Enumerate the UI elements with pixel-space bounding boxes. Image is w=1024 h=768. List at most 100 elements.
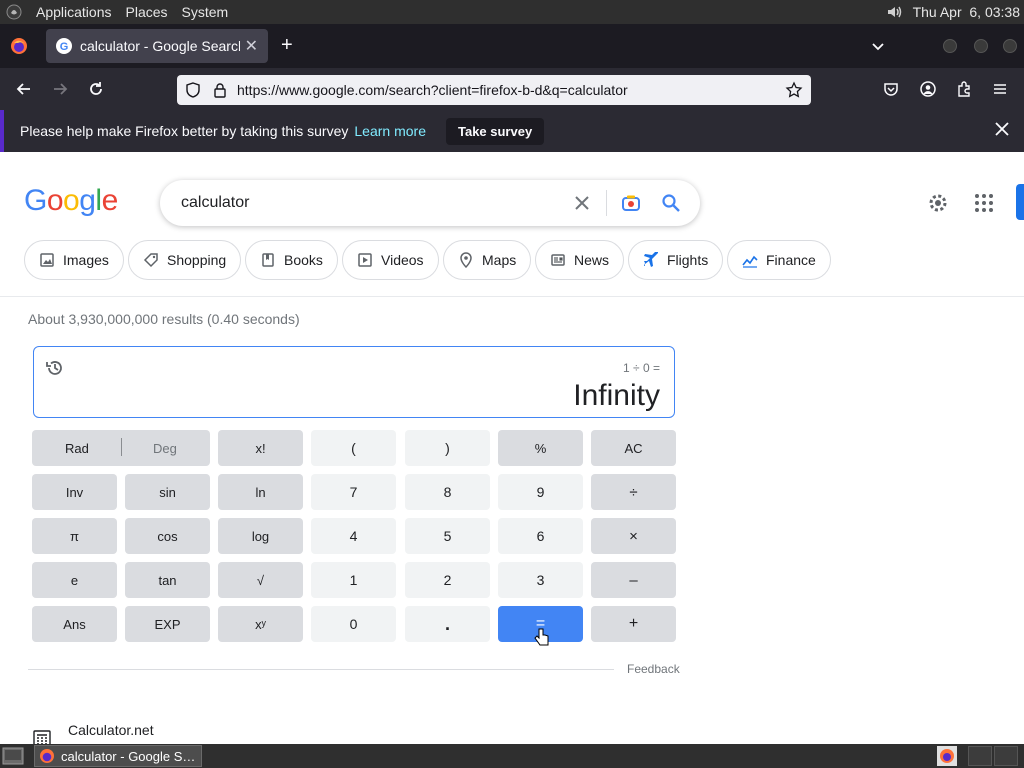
key-add[interactable]: + xyxy=(591,606,676,642)
key-deg[interactable]: Deg xyxy=(153,441,177,456)
search-box[interactable]: calculator xyxy=(160,180,700,226)
tab-google-search[interactable]: G calculator - Google Search ✕ xyxy=(46,29,268,63)
feedback-link[interactable]: Feedback xyxy=(627,662,680,676)
lock-icon[interactable] xyxy=(213,82,227,98)
taskbar-item-label: calculator - Google S… xyxy=(61,748,196,764)
key-power[interactable]: xʸ xyxy=(218,606,303,642)
url-text[interactable]: https://www.google.com/search?client=fir… xyxy=(237,82,628,98)
search-divider xyxy=(606,190,607,216)
rad-deg-toggle[interactable]: Rad Deg xyxy=(32,430,210,466)
key-ans[interactable]: Ans xyxy=(32,606,117,642)
reload-icon[interactable] xyxy=(87,80,105,98)
take-survey-button[interactable]: Take survey xyxy=(445,117,545,145)
lens-camera-icon[interactable] xyxy=(621,193,641,213)
key-log[interactable]: log xyxy=(218,518,303,554)
chip-maps[interactable]: Maps xyxy=(443,240,532,280)
chip-label: Images xyxy=(63,252,109,268)
show-desktop-icon[interactable] xyxy=(2,747,24,765)
key-inv[interactable]: Inv xyxy=(32,474,117,510)
key-ln[interactable]: ln xyxy=(218,474,303,510)
learn-more-link[interactable]: Learn more xyxy=(354,123,426,139)
maximize-window-icon[interactable] xyxy=(974,39,988,53)
chip-label: Books xyxy=(284,252,323,268)
chip-flights[interactable]: Flights xyxy=(628,240,724,280)
key-tan[interactable]: tan xyxy=(125,562,210,598)
key-close-paren[interactable]: ) xyxy=(405,430,490,466)
chip-shopping[interactable]: Shopping xyxy=(128,240,242,280)
chip-books[interactable]: Books xyxy=(245,240,338,280)
sign-in-button[interactable] xyxy=(1016,184,1024,220)
key-2[interactable]: 2 xyxy=(405,562,490,598)
key-4[interactable]: 4 xyxy=(311,518,396,554)
key-8[interactable]: 8 xyxy=(405,474,490,510)
key-subtract[interactable]: – xyxy=(591,562,676,598)
url-bar[interactable]: https://www.google.com/search?client=fir… xyxy=(177,75,811,105)
tracking-protection-shield-icon[interactable] xyxy=(185,82,201,98)
key-sqrt[interactable]: √ xyxy=(218,562,303,598)
chip-images[interactable]: Images xyxy=(24,240,124,280)
key-exp[interactable]: EXP xyxy=(125,606,210,642)
forward-icon[interactable] xyxy=(51,80,69,98)
key-cos[interactable]: cos xyxy=(125,518,210,554)
applications-menu[interactable]: Applications xyxy=(36,4,112,20)
book-icon xyxy=(260,252,276,268)
tab-close-icon[interactable]: ✕ xyxy=(245,36,258,56)
tray-firefox-icon[interactable] xyxy=(937,746,957,766)
search-input[interactable]: calculator xyxy=(181,194,249,212)
key-pi[interactable]: π xyxy=(32,518,117,554)
chip-videos[interactable]: Videos xyxy=(342,240,439,280)
chip-finance[interactable]: Finance xyxy=(727,240,831,280)
result-site-name[interactable]: Calculator.net xyxy=(68,722,154,738)
extensions-icon[interactable] xyxy=(956,81,972,97)
new-tab-icon[interactable]: + xyxy=(281,34,293,57)
chip-label: Videos xyxy=(381,252,424,268)
taskbar-item-firefox[interactable]: calculator - Google S… xyxy=(34,745,202,767)
key-3[interactable]: 3 xyxy=(498,562,583,598)
gnome-foot-icon[interactable] xyxy=(6,4,22,20)
volume-icon[interactable] xyxy=(885,3,903,21)
key-0[interactable]: 0 xyxy=(311,606,396,642)
list-all-tabs-icon[interactable] xyxy=(870,38,886,54)
key-6[interactable]: 6 xyxy=(498,518,583,554)
key-all-clear[interactable]: AC xyxy=(591,430,676,466)
key-5[interactable]: 5 xyxy=(405,518,490,554)
key-rad[interactable]: Rad xyxy=(65,441,89,456)
minimize-window-icon[interactable] xyxy=(943,39,957,53)
places-menu[interactable]: Places xyxy=(126,4,168,20)
key-9[interactable]: 9 xyxy=(498,474,583,510)
history-icon[interactable] xyxy=(45,358,65,378)
key-factorial[interactable]: x! xyxy=(218,430,303,466)
chip-news[interactable]: News xyxy=(535,240,625,280)
clock[interactable]: Thu Apr 6, 03:38 xyxy=(913,4,1020,20)
key-divide[interactable]: ÷ xyxy=(591,474,676,510)
google-logo[interactable]: Google xyxy=(24,184,118,218)
key-multiply[interactable]: × xyxy=(591,518,676,554)
google-apps-icon[interactable] xyxy=(974,193,994,213)
key-1[interactable]: 1 xyxy=(311,562,396,598)
app-menu-icon[interactable] xyxy=(992,81,1008,97)
clear-search-icon[interactable] xyxy=(573,194,591,212)
close-notification-icon[interactable] xyxy=(994,121,1010,137)
navigation-toolbar: https://www.google.com/search?client=fir… xyxy=(0,68,1024,110)
search-icon[interactable] xyxy=(661,193,681,213)
bookmark-star-icon[interactable] xyxy=(785,81,803,99)
workspace-switcher[interactable] xyxy=(968,746,1018,766)
back-icon[interactable] xyxy=(15,80,33,98)
settings-gear-icon[interactable] xyxy=(926,191,950,215)
account-icon[interactable] xyxy=(920,81,936,97)
chip-label: News xyxy=(574,252,610,268)
key-e[interactable]: e xyxy=(32,562,117,598)
pocket-icon[interactable] xyxy=(883,81,899,97)
workspace-2[interactable] xyxy=(994,746,1018,766)
close-window-icon[interactable] xyxy=(1003,39,1017,53)
key-percent[interactable]: % xyxy=(498,430,583,466)
tab-strip: G calculator - Google Search ✕ + xyxy=(0,24,1024,68)
system-menu[interactable]: System xyxy=(182,4,229,20)
key-7[interactable]: 7 xyxy=(311,474,396,510)
key-sin[interactable]: sin xyxy=(125,474,210,510)
key-open-paren[interactable]: ( xyxy=(311,430,396,466)
workspace-1[interactable] xyxy=(968,746,992,766)
feedback-divider xyxy=(28,669,614,670)
key-decimal[interactable]: . xyxy=(405,606,490,642)
firefox-menu-icon[interactable] xyxy=(10,37,28,55)
